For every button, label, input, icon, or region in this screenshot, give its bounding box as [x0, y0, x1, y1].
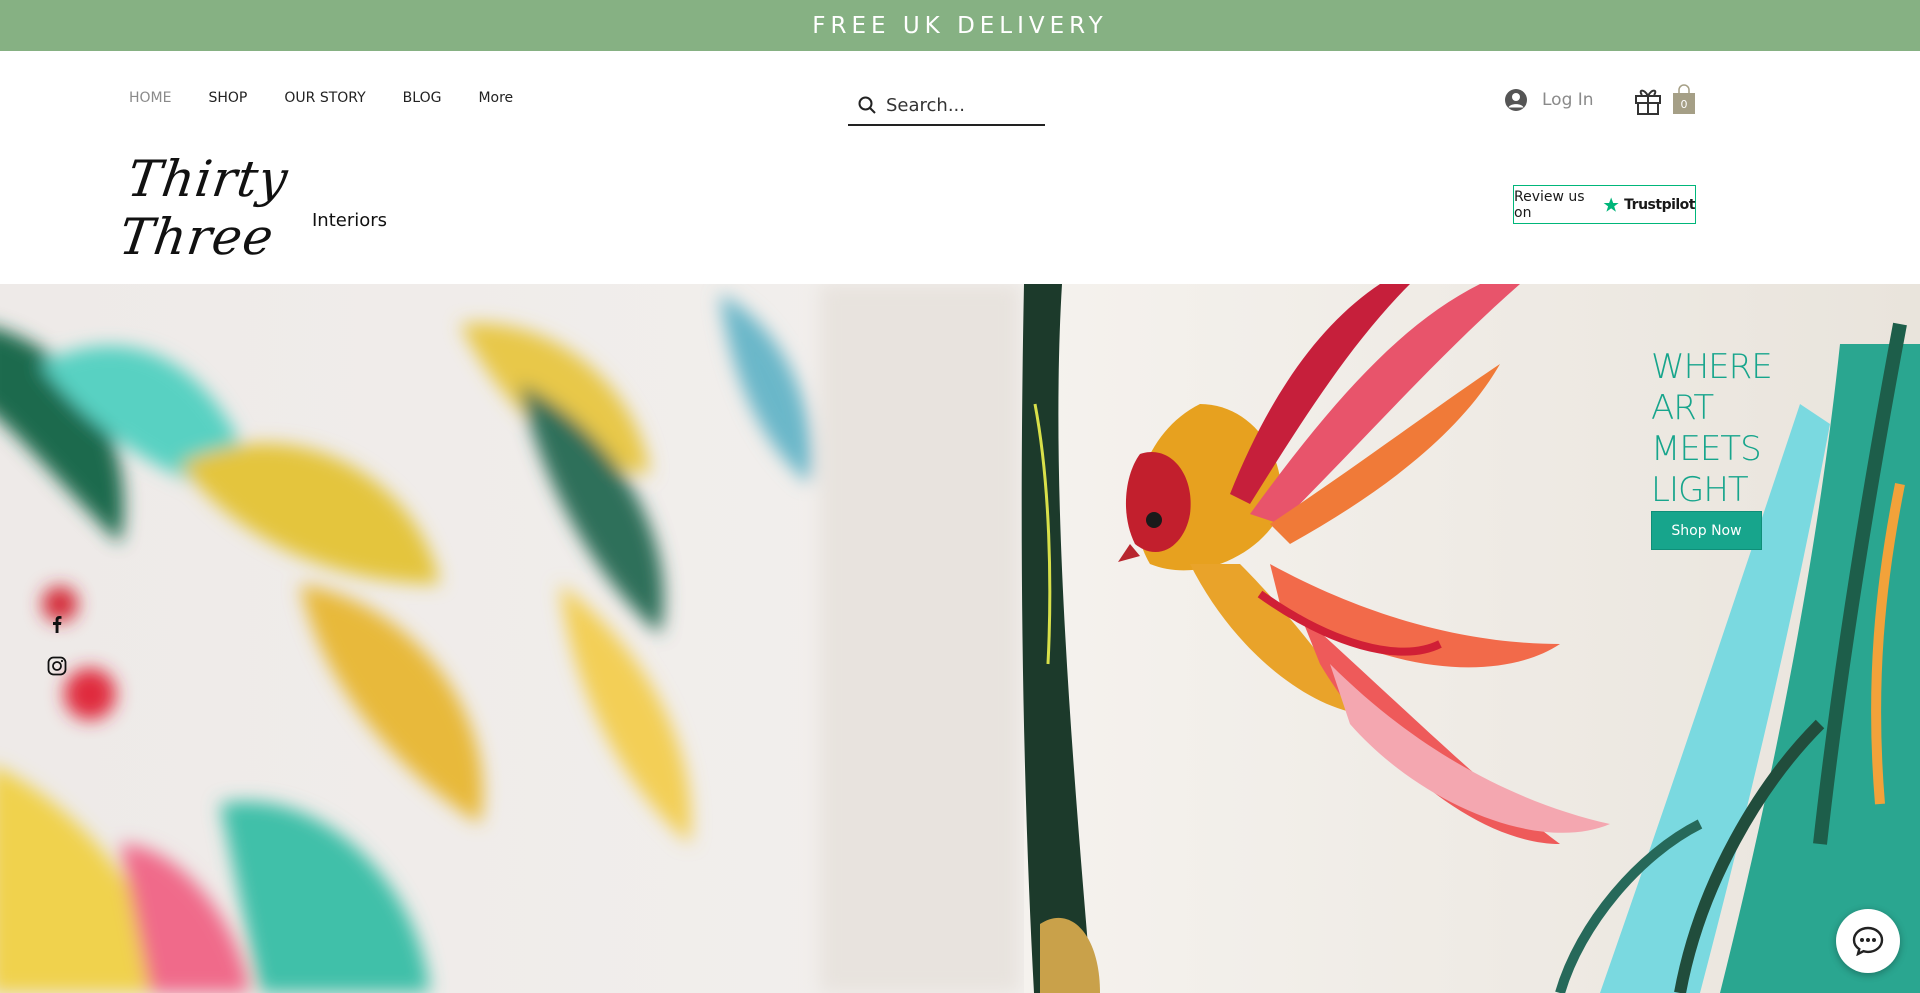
gift-card-button[interactable] — [1634, 86, 1662, 121]
tagline-line-4: LIGHT — [1651, 470, 1749, 510]
user-avatar-icon — [1505, 89, 1527, 111]
nav-item-home[interactable]: HOME — [129, 90, 171, 106]
search-icon — [858, 96, 876, 114]
cart-button[interactable]: 0 — [1672, 84, 1696, 121]
nav-item-shop[interactable]: SHOP — [208, 90, 247, 106]
chat-icon — [1852, 926, 1884, 956]
trustpilot-review-button[interactable]: Review us on Trustpilot — [1513, 185, 1696, 224]
announcement-banner: FREE UK DELIVERY — [0, 0, 1920, 51]
login-button[interactable]: Log In — [1504, 88, 1594, 112]
trustpilot-star-icon — [1603, 197, 1619, 212]
instagram-link[interactable] — [47, 656, 67, 676]
gift-icon — [1635, 89, 1661, 115]
site-logo[interactable]: Thirty Three Interiors — [116, 150, 388, 266]
tagline-line-2: ART — [1651, 388, 1714, 428]
shop-now-button[interactable]: Shop Now — [1651, 511, 1762, 550]
logo-subtitle: Interiors — [312, 210, 388, 231]
trustpilot-brand: Trustpilot — [1624, 196, 1695, 213]
facebook-icon — [53, 616, 62, 633]
banner-text: FREE UK DELIVERY — [812, 12, 1108, 39]
tagline-line-3: MEETS — [1651, 429, 1762, 469]
search-bar[interactable] — [848, 86, 1045, 126]
login-label: Log In — [1542, 90, 1594, 110]
nav-item-blog[interactable]: BLOG — [403, 90, 442, 106]
nav-item-more[interactable]: More — [478, 90, 513, 106]
hero-tagline: WHERE ART MEETS LIGHT — [1651, 347, 1773, 511]
chat-button[interactable] — [1836, 909, 1900, 973]
nav-item-our-story[interactable]: OUR STORY — [284, 90, 365, 106]
search-input[interactable] — [884, 93, 1038, 117]
hero-image — [0, 284, 1920, 993]
tagline-line-1: WHERE — [1651, 347, 1773, 387]
hero-background-art — [0, 284, 1920, 993]
social-links — [47, 614, 67, 676]
trustpilot-prefix: Review us on — [1514, 188, 1585, 221]
logo-script: Thirty Three — [115, 150, 292, 266]
instagram-icon — [47, 656, 67, 676]
main-nav: HOME SHOP OUR STORY BLOG More — [129, 90, 550, 106]
facebook-link[interactable] — [47, 614, 67, 634]
cart-count: 0 — [1680, 98, 1688, 111]
